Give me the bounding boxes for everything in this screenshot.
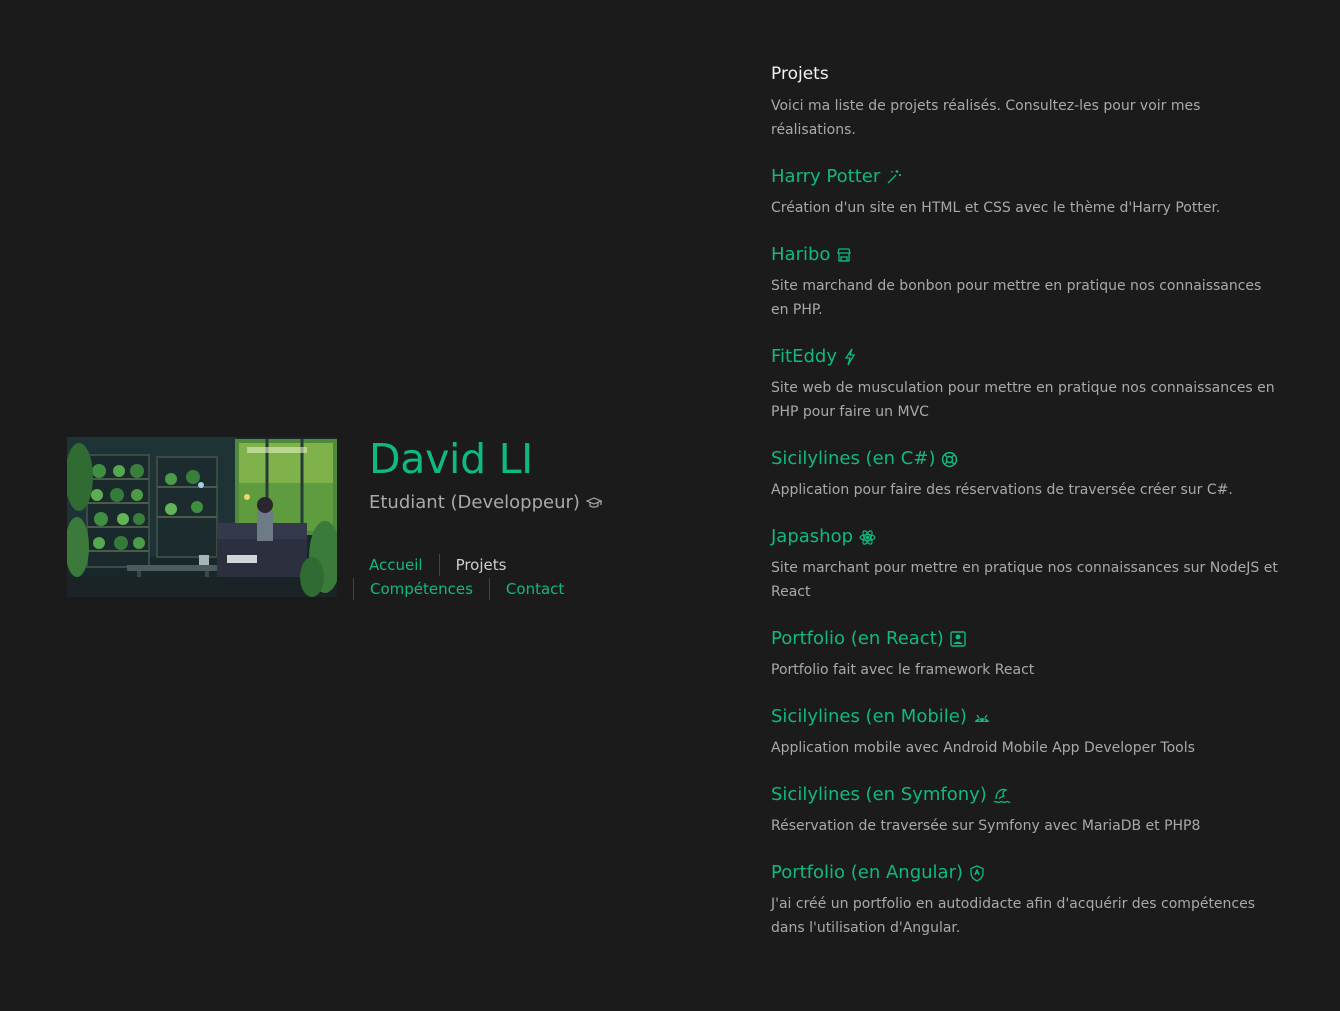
project-link[interactable]: Sicilylines (en Mobile): [771, 704, 1281, 730]
project-item-haribo: Haribo Site marchand de bonbon pour mett…: [771, 242, 1281, 322]
project-description: Application mobile avec Android Mobile A…: [771, 740, 1195, 756]
nav-divider: [438, 554, 440, 576]
wave-icon: [993, 786, 1011, 804]
profile-role-label: Etudiant (Developpeur): [369, 492, 580, 513]
projects-heading: Projets: [771, 64, 829, 84]
project-title: Japashop: [771, 526, 854, 547]
person-card-icon: [950, 631, 966, 647]
lightning-icon: [843, 348, 857, 366]
nav-link-contact[interactable]: Contact: [506, 577, 564, 601]
project-link[interactable]: Portfolio (en React): [771, 626, 1281, 652]
profile-artwork: [67, 437, 337, 597]
project-link[interactable]: FitEddy: [771, 344, 1281, 370]
project-link[interactable]: Harry Potter: [771, 164, 1281, 190]
project-description: Réservation de traversée sur Symfony ave…: [771, 818, 1201, 834]
magic-wand-icon: [886, 169, 902, 185]
project-item-portfolio-react: Portfolio (en React) Portfolio fait avec…: [771, 626, 1281, 682]
nav-link-projects[interactable]: Projets: [456, 553, 507, 577]
storefront-icon: [836, 247, 852, 263]
react-atom-icon: [859, 529, 876, 546]
nav-row: Accueil Projets: [369, 553, 569, 577]
project-link[interactable]: Sicilylines (en C#): [771, 446, 1281, 472]
nav-divider: [353, 578, 354, 600]
project-description: Site marchand de bonbon pour mettre en p…: [771, 278, 1262, 318]
project-description: Application pour faire des réservations …: [771, 482, 1233, 498]
project-link[interactable]: Japashop: [771, 524, 1281, 550]
profile-section: David LI Etudiant (Developpeur) Accueil …: [67, 437, 602, 601]
project-item-fiteddy: FitEddy Site web de musculation pour met…: [771, 344, 1281, 424]
project-item-sicilylines-symfony: Sicilylines (en Symfony) Réservation de …: [771, 782, 1281, 838]
project-title: Sicilylines (en C#): [771, 448, 936, 469]
shield-icon: [969, 864, 985, 882]
project-title: Haribo: [771, 244, 831, 265]
nav-link-skills[interactable]: Compétences: [370, 577, 473, 601]
project-title: Harry Potter: [771, 166, 881, 187]
project-title: Portfolio (en Angular): [771, 862, 964, 883]
nav-row: Compétences Contact: [353, 577, 569, 601]
projects-section: Projets Voici ma liste de projets réalis…: [771, 62, 1281, 940]
project-description: Portfolio fait avec le framework React: [771, 662, 1035, 678]
graduation-cap-icon: [585, 496, 602, 510]
profile-name: David LI: [369, 435, 533, 483]
project-link[interactable]: Portfolio (en Angular): [771, 860, 1281, 886]
project-description: Site marchant pour mettre en pratique no…: [771, 560, 1278, 600]
profile-info: David LI Etudiant (Developpeur) Accueil …: [353, 435, 602, 601]
project-item-sicilylines-csharp: Sicilylines (en C#) Application pour fai…: [771, 446, 1281, 502]
projects-intro: Voici ma liste de projets réalisés. Cons…: [771, 98, 1201, 138]
android-icon: [973, 710, 991, 724]
main-nav: Accueil Projets Compétences Contact: [353, 553, 569, 601]
project-item-japashop: Japashop Site marchant pour mettre en pr…: [771, 524, 1281, 604]
project-description: J'ai créé un portfolio en autodidacte af…: [771, 896, 1256, 936]
project-item-harry-potter: Harry Potter Création d'un site en HTML …: [771, 164, 1281, 220]
portfolio-page: David LI Etudiant (Developpeur) Accueil …: [0, 0, 1340, 1011]
project-link[interactable]: Haribo: [771, 242, 1281, 268]
project-title: Sicilylines (en Symfony): [771, 784, 987, 805]
lifebuoy-icon: [941, 451, 958, 468]
project-link[interactable]: Sicilylines (en Symfony): [771, 782, 1281, 808]
project-description: Création d'un site en HTML et CSS avec l…: [771, 200, 1221, 216]
project-title: Portfolio (en React): [771, 628, 944, 649]
nav-link-home[interactable]: Accueil: [369, 553, 423, 577]
project-title: Sicilylines (en Mobile): [771, 706, 967, 727]
project-item-portfolio-angular: Portfolio (en Angular) J'ai créé un port…: [771, 860, 1281, 940]
nav-divider: [488, 578, 490, 600]
profile-role: Etudiant (Developpeur): [369, 492, 602, 513]
project-description: Site web de musculation pour mettre en p…: [771, 380, 1275, 420]
project-item-sicilylines-mobile: Sicilylines (en Mobile) Application mobi…: [771, 704, 1281, 760]
project-title: FitEddy: [771, 346, 837, 367]
